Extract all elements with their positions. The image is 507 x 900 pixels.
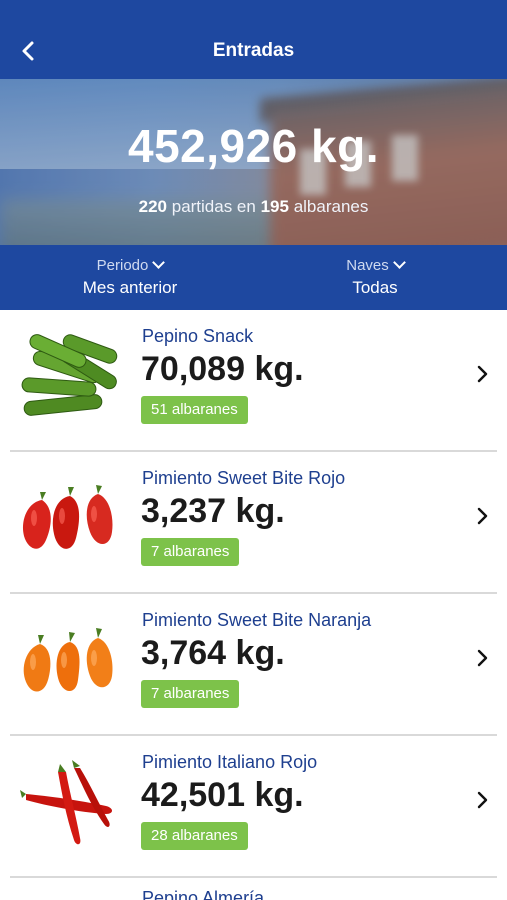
product-weight: 3,237 kg. (141, 492, 285, 530)
periodo-filter[interactable]: Periodo Mes anterior (30, 245, 230, 310)
top-app-bar: Entradas (0, 0, 507, 79)
product-weight: 3,764 kg. (141, 634, 285, 672)
product-name: Pimiento Sweet Bite Rojo (142, 468, 346, 488)
product-name: Pepino Almería (142, 888, 265, 900)
chevron-right-icon (477, 649, 488, 667)
summary-counts: 220 partidas en 195 albaranes (0, 197, 507, 217)
periodo-value: Mes anterior (82, 278, 178, 297)
summary-banner: 452,926 kg. 220 partidas en 195 albarane… (0, 79, 507, 245)
naves-filter[interactable]: Naves Todas (275, 245, 475, 310)
red-pepper-image (22, 485, 113, 549)
product-name: Pepino Snack (142, 326, 254, 346)
naves-label: Naves (346, 257, 389, 274)
chevron-left-icon (22, 41, 34, 61)
chevron-right-icon (477, 365, 488, 383)
albaranes-badge: 28 albaranes (141, 822, 248, 850)
list-item[interactable]: Pimiento Italiano Rojo 42,501 kg. 28 alb… (0, 736, 507, 878)
product-name: Pimiento Sweet Bite Naranja (142, 610, 372, 630)
chevron-right-icon (477, 507, 488, 525)
partidas-count: 220 (138, 197, 167, 216)
product-list: Pepino Snack 70,089 kg. 51 albaranes Pim… (0, 310, 507, 900)
naves-value: Todas (352, 278, 398, 297)
total-weight: 452,926 kg. (127, 120, 380, 172)
periodo-label: Periodo (96, 257, 149, 274)
cucumber-image (21, 334, 118, 416)
product-weight: 42,501 kg. (141, 776, 304, 814)
albaranes-badge: 7 albaranes (141, 680, 240, 708)
italian-pepper-image (20, 760, 112, 845)
chevron-right-icon (477, 791, 488, 809)
list-item[interactable]: Pepino Snack 70,089 kg. 51 albaranes (0, 310, 507, 452)
list-item[interactable]: Pepino Almería (0, 878, 507, 900)
albaranes-count: 195 (260, 197, 289, 216)
list-item[interactable]: Pimiento Sweet Bite Rojo 3,237 kg. 7 alb… (0, 452, 507, 594)
partidas-text: partidas en (171, 197, 256, 216)
orange-pepper-image (23, 628, 113, 692)
product-name: Pimiento Italiano Rojo (142, 752, 318, 772)
back-button[interactable] (14, 37, 42, 65)
albaranes-badge: 51 albaranes (141, 396, 248, 424)
list-item[interactable]: Pimiento Sweet Bite Naranja 3,764 kg. 7 … (0, 594, 507, 736)
albaranes-badge: 7 albaranes (141, 538, 240, 566)
page-title: Entradas (212, 39, 295, 61)
product-weight: 70,089 kg. (141, 350, 304, 388)
chevron-down-icon (152, 256, 166, 269)
chevron-down-icon (392, 256, 406, 269)
albaranes-text: albaranes (293, 197, 369, 216)
filter-bar: Periodo Mes anterior Naves Todas (0, 245, 507, 310)
